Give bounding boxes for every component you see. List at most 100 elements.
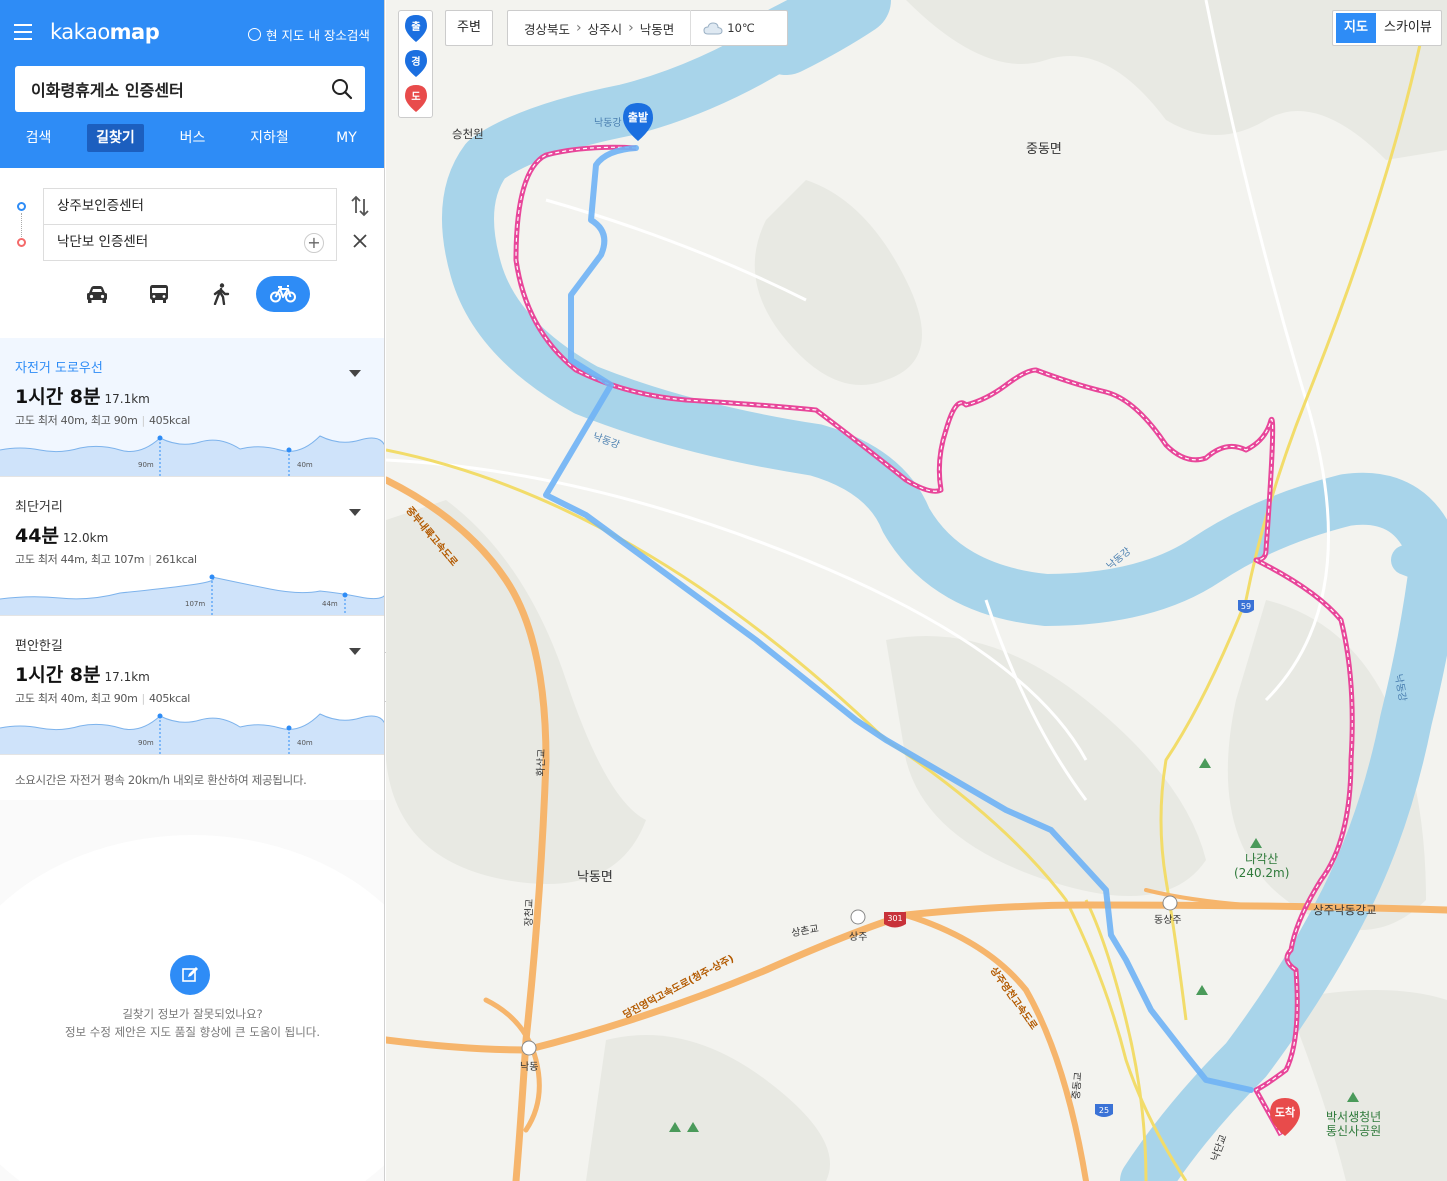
route-elevation: 고도 최저 40m, 최고 90m | 405kcal (15, 692, 191, 705)
elevation-profile: 90m 40m (0, 435, 384, 476)
view-toggle: 지도 스카이뷰 (1332, 10, 1442, 46)
edit-icon[interactable] (170, 955, 210, 995)
tab-my[interactable]: MY (308, 122, 384, 158)
start-marker-label: 출발 (627, 111, 649, 124)
ic-label: 상주 (849, 932, 868, 943)
main-tabs: 검색 길찾기 버스 지하철 MY (0, 122, 384, 158)
start-marker-button[interactable]: 출 (405, 15, 427, 43)
bridge-label: 상주낙동강교 (1313, 903, 1377, 917)
start-marker[interactable]: 출발 (623, 103, 653, 143)
end-marker-button[interactable]: 도 (405, 85, 427, 113)
route-distance: 17.1km (104, 670, 150, 684)
route-distance: 17.1km (104, 392, 150, 406)
feedback-line-1: 길찾기 정보가 잘못되었나요? (122, 1007, 263, 1021)
profile-max-label: 107m (185, 600, 205, 608)
breadcrumb-province[interactable]: 경상북도 (508, 19, 576, 38)
car-mode-button[interactable] (70, 276, 124, 312)
tab-subway[interactable]: 지하철 (231, 122, 308, 158)
route-number: 59 (1240, 602, 1252, 611)
menu-icon[interactable] (14, 24, 32, 40)
waypoint-marker-button[interactable]: 경 (405, 50, 427, 78)
place-label: 중동면 (1026, 142, 1062, 157)
bus-mode-button[interactable] (132, 276, 186, 312)
map-view-button[interactable]: 지도 (1336, 13, 1376, 43)
place-label: 낙동면 (577, 870, 613, 885)
tab-search[interactable]: 검색 (0, 122, 77, 158)
profile-max-label: 90m (138, 739, 154, 747)
route-name: 편안한길 (15, 639, 63, 654)
profile-min-label: 40m (297, 739, 313, 747)
chevron-down-icon[interactable] (349, 509, 361, 516)
weather-temp: 10℃ (727, 21, 755, 35)
bicycle-icon (270, 285, 296, 303)
search-input[interactable] (31, 66, 321, 112)
tab-directions[interactable]: 길찾기 (77, 122, 154, 158)
nearby-search-toggle[interactable]: 현 지도 내 장소검색 (248, 25, 370, 44)
destination-field[interactable]: 낙단보 인증센터 + (43, 224, 337, 261)
route-option-comfortable[interactable]: 편안한길 1시간 8분 17.1km 고도 최저 40m, 최고 90m | 405k… (0, 616, 384, 755)
ic-label: 동상주 (1154, 915, 1182, 926)
profile-min-label: 44m (322, 600, 338, 608)
mountain-label: 나각산 (240.2m) (1234, 852, 1290, 880)
search-icon[interactable] (331, 78, 353, 100)
bridge-label: 화산교 (535, 748, 548, 777)
sidebar-header: kakaomap 현 지도 내 장소검색 검색 길찾기 버스 지하철 MY (0, 0, 384, 168)
route-inputs: 상주보인증센터 낙단보 인증센터 + (0, 168, 384, 338)
bicycle-mode-button[interactable] (256, 276, 310, 312)
route-number: 25 (1098, 1106, 1110, 1115)
route-time: 1시간 8분 17.1km (15, 386, 150, 408)
route-time: 44분 12.0km (15, 525, 109, 547)
route-option-shortest[interactable]: 최단거리 44분 12.0km 고도 최저 44m, 최고 107m | 261kca… (0, 477, 384, 616)
map-canvas[interactable]: 출발 도착 승천원 중동면 낙동면 나각산 (240.2m) 박서생청년 통신사공원… (386, 0, 1447, 1181)
profile-min-label: 40m (297, 461, 313, 469)
transport-modes (80, 276, 320, 312)
feedback-line-2: 정보 수정 제안은 지도 품질 향상에 큰 도움이 됩니다. (64, 1025, 321, 1039)
walk-icon (213, 283, 230, 305)
radio-icon[interactable] (248, 28, 261, 41)
route-connector (21, 213, 22, 237)
bridge-label: 중동교 (1071, 1071, 1085, 1100)
route-elevation: 고도 최저 40m, 최고 90m | 405kcal (15, 414, 191, 427)
ic-label: 낙동 (520, 1062, 539, 1073)
walk-mode-button[interactable] (194, 276, 248, 312)
elevation-profile: 107m 44m (0, 574, 384, 615)
time-note: 소요시간은 자전거 평속 20km/h 내외로 환산하여 제공됩니다. (15, 773, 307, 787)
nearby-search-label: 현 지도 내 장소검색 (266, 28, 370, 43)
route-distance: 12.0km (62, 531, 109, 545)
route-name: 최단거리 (15, 500, 63, 515)
chevron-down-icon[interactable] (349, 370, 361, 377)
tab-bus[interactable]: 버스 (154, 122, 231, 158)
end-marker[interactable]: 도착 (1270, 1098, 1300, 1138)
marker-toolbar: 출 경 도 (398, 10, 433, 118)
route-option-bike-priority[interactable]: 자전거 도로우선 1시간 8분 17.1km 고도 최저 40m, 최고 90m |… (0, 338, 384, 477)
origin-field[interactable]: 상주보인증센터 (43, 188, 337, 225)
map-graphics (386, 0, 1447, 1181)
nearby-button[interactable]: 주변 (445, 10, 493, 46)
route-name: 자전거 도로우선 (15, 361, 103, 376)
skyview-button[interactable]: 스카이뷰 (1384, 13, 1432, 43)
add-waypoint-icon[interactable]: + (304, 233, 324, 253)
bridge-label: 장천교 (523, 898, 536, 927)
search-box (15, 66, 365, 112)
cloud-icon (703, 22, 723, 35)
breadcrumb-district[interactable]: 낙동면 (634, 19, 681, 38)
region-breadcrumb: 경상북도 › 상주시 › 낙동면 10℃ (507, 10, 788, 46)
elevation-profile: 90m 40m (0, 713, 384, 754)
destination-text: 낙단보 인증센터 (57, 234, 149, 250)
river-label: 낙동강 (594, 118, 622, 129)
breadcrumb-city[interactable]: 상주시 (582, 19, 629, 38)
car-icon (87, 286, 107, 303)
swap-icon[interactable] (350, 194, 370, 218)
route-elevation: 고도 최저 44m, 최고 107m | 261kcal (15, 553, 197, 566)
close-icon[interactable] (350, 231, 370, 251)
kakaomap-logo[interactable]: kakaomap (50, 20, 160, 44)
destination-dot-icon (17, 238, 26, 247)
profile-max-label: 90m (138, 461, 154, 469)
park-label: 박서생청년 통신사공원 (1326, 1110, 1382, 1138)
chevron-down-icon[interactable] (349, 648, 361, 655)
end-marker-label: 도착 (1274, 1106, 1296, 1119)
route-time: 1시간 8분 17.1km (15, 664, 150, 686)
route-number: 301 (887, 914, 903, 923)
weather-widget[interactable]: 10℃ (690, 10, 755, 46)
place-label: 승천원 (452, 127, 484, 141)
